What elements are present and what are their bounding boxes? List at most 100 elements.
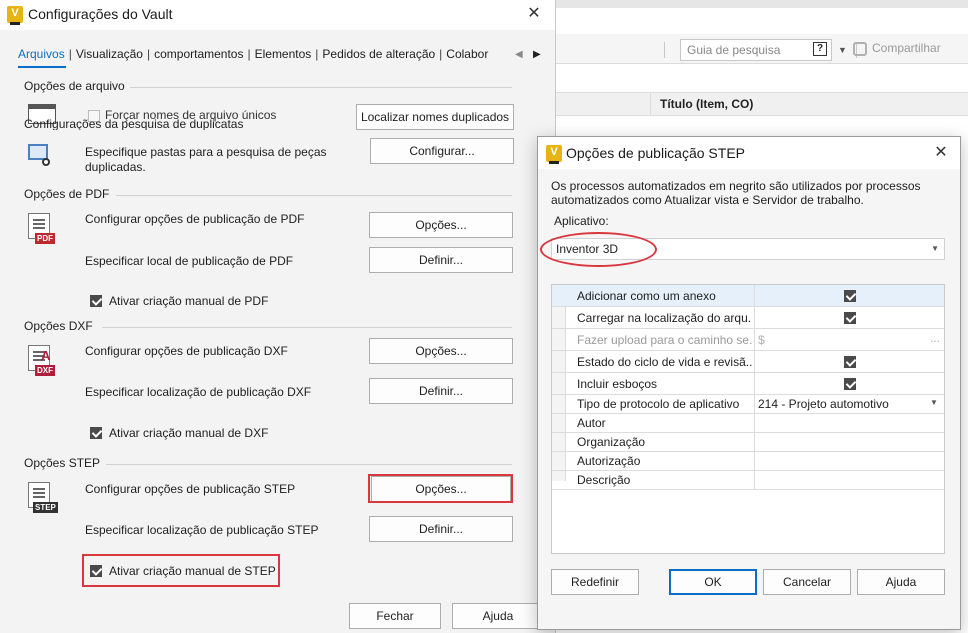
pdf-options-button[interactable]: Opções... — [369, 212, 513, 238]
tab-elementos[interactable]: Elementos — [255, 47, 312, 61]
vault-app-icon: V — [546, 145, 562, 164]
background-title-strip — [556, 0, 968, 8]
active-tab-underline — [18, 66, 66, 68]
property-name: Autor — [577, 416, 606, 430]
dialog-title: Opções de publicação STEP — [566, 145, 745, 161]
highlight-frame — [368, 474, 513, 503]
chevron-down-icon[interactable]: ▼ — [930, 398, 938, 407]
dialog-titlebar: V Opções de publicação STEP ✕ — [538, 137, 960, 169]
step-publish-options-dialog: V Opções de publicação STEP ✕ Os process… — [537, 136, 961, 630]
upload-path-value: $ — [758, 333, 765, 347]
search-guide-input[interactable]: Guia de pesquisa ? — [680, 39, 832, 61]
tab-scroll-left-icon[interactable]: ◀ — [515, 49, 523, 60]
column-divider — [754, 414, 755, 432]
column-divider — [754, 452, 755, 470]
property-row[interactable]: Tipo de protocolo de aplicativo 214 - Pr… — [552, 395, 944, 414]
section-divider — [106, 464, 512, 465]
tab-colaborar[interactable]: Colabor — [446, 47, 488, 61]
property-name: Organização — [577, 435, 646, 449]
dxf-options-button[interactable]: Opções... — [369, 338, 513, 364]
dialog-title: Configurações do Vault — [28, 6, 173, 22]
property-row[interactable]: Autor — [552, 414, 944, 433]
duplicate-folders-text: Especifique pastas para a pesquisa de pe… — [85, 145, 327, 174]
tab-pedidos-alteracao[interactable]: Pedidos de alteração — [322, 47, 435, 61]
step-define-button[interactable]: Definir... — [369, 516, 513, 542]
dxf-manual-label: Ativar criação manual de DXF — [109, 426, 269, 440]
close-button[interactable]: Fechar — [349, 603, 441, 629]
attach-checkbox[interactable] — [844, 290, 856, 302]
pdf-file-icon: PDF — [28, 213, 55, 244]
property-row[interactable]: Incluir esboços — [552, 373, 944, 395]
close-icon[interactable]: ✕ — [931, 143, 951, 163]
pdf-define-button[interactable]: Definir... — [369, 247, 513, 273]
dxf-define-button[interactable]: Definir... — [369, 378, 513, 404]
section-file-options: Opções de arquivo — [24, 79, 125, 93]
tab-comportamentos[interactable]: comportamentos — [154, 47, 243, 61]
tab-separator: | — [146, 47, 151, 61]
cancel-button[interactable]: Cancelar — [763, 569, 851, 595]
dxf-badge: DXF — [35, 365, 55, 376]
share-button[interactable]: Compartilhar — [853, 41, 941, 56]
protocol-select[interactable]: 214 - Projeto automotivo — [758, 397, 889, 411]
search-help-icon[interactable]: ? — [813, 42, 827, 56]
search-placeholder: Guia de pesquisa — [687, 43, 781, 57]
property-name: Estado do ciclo de vida e revisã... — [577, 355, 752, 369]
tab-separator: | — [68, 47, 72, 61]
property-row[interactable]: Adicionar como um anexo — [552, 285, 944, 307]
toolbar-separator — [664, 42, 665, 58]
column-divider — [754, 433, 755, 451]
dxf-manual-checkbox[interactable] — [90, 427, 102, 439]
property-name: Carregar na localização do arqu... — [577, 311, 752, 325]
pdf-manual-label: Ativar criação manual de PDF — [109, 294, 269, 308]
column-divider — [754, 395, 755, 413]
tab-arquivos[interactable]: Arquivos — [18, 47, 65, 61]
tab-separator: | — [247, 47, 251, 61]
property-row[interactable]: Organização — [552, 433, 944, 452]
step-description: Os processos automatizados em negrito sã… — [551, 179, 921, 207]
help-button[interactable]: Ajuda — [452, 603, 544, 629]
upload-location-checkbox[interactable] — [844, 312, 856, 324]
column-divider — [754, 329, 755, 350]
dxf-letter: A — [41, 348, 51, 363]
tab-separator: | — [439, 47, 443, 61]
share-icon — [853, 42, 867, 56]
property-name: Adicionar como um anexo — [577, 289, 716, 303]
step-file-icon: STEP — [28, 482, 58, 513]
section-divider — [116, 195, 512, 196]
property-name: Incluir esboços — [577, 377, 658, 391]
more-options-icon: ... — [930, 331, 941, 345]
settings-tabs: Arquivos | Visualização | comportamentos | Ele… — [18, 47, 518, 65]
tab-scroll-right-icon[interactable]: ▶ — [533, 49, 541, 60]
pdf-manual-checkbox[interactable] — [90, 295, 102, 307]
step-configure-text: Configurar opções de publicação STEP — [85, 482, 296, 496]
section-step-options: Opções STEP — [24, 456, 101, 470]
pdf-location-text: Especificar local de publicação de PDF — [85, 254, 294, 268]
reset-button[interactable]: Redefinir — [551, 569, 639, 595]
property-name: Fazer upload para o caminho se... — [577, 333, 752, 347]
dxf-location-text: Especificar localização de publicação DX… — [85, 385, 312, 399]
search-dropdown-icon[interactable]: ▼ — [838, 45, 847, 55]
ok-button[interactable]: OK — [669, 569, 757, 595]
section-divider — [102, 327, 512, 328]
dxf-file-icon: A DXF — [28, 345, 55, 376]
property-name: Descrição — [577, 473, 631, 487]
find-duplicates-button[interactable]: Localizar nomes duplicados — [356, 104, 514, 130]
close-icon[interactable]: ✕ — [524, 4, 544, 24]
configure-duplicates-button[interactable]: Configurar... — [370, 138, 514, 164]
tab-separator: | — [315, 47, 319, 61]
help-button[interactable]: Ajuda — [857, 569, 945, 595]
property-row[interactable]: Estado do ciclo de vida e revisã... — [552, 351, 944, 373]
application-label: Aplicativo: — [554, 214, 609, 228]
include-sketches-checkbox[interactable] — [844, 378, 856, 390]
pdf-configure-text: Configurar opções de publicação de PDF — [85, 212, 305, 226]
step-manual-checkbox[interactable] — [90, 565, 102, 577]
duplicate-search-settings-header: Configurações da pesquisa de duplicatas — [24, 118, 244, 130]
property-row[interactable]: Autorização — [552, 452, 944, 471]
grid-column-title[interactable]: Título (Item, CO) — [660, 97, 753, 111]
step-manual-label: Ativar criação manual de STEP — [109, 564, 276, 578]
column-divider — [754, 373, 755, 394]
property-row[interactable]: Descrição — [552, 471, 944, 490]
tab-visualizacao[interactable]: Visualização — [76, 47, 143, 61]
lifecycle-checkbox[interactable] — [844, 356, 856, 368]
property-row[interactable]: Carregar na localização do arqu... — [552, 307, 944, 329]
